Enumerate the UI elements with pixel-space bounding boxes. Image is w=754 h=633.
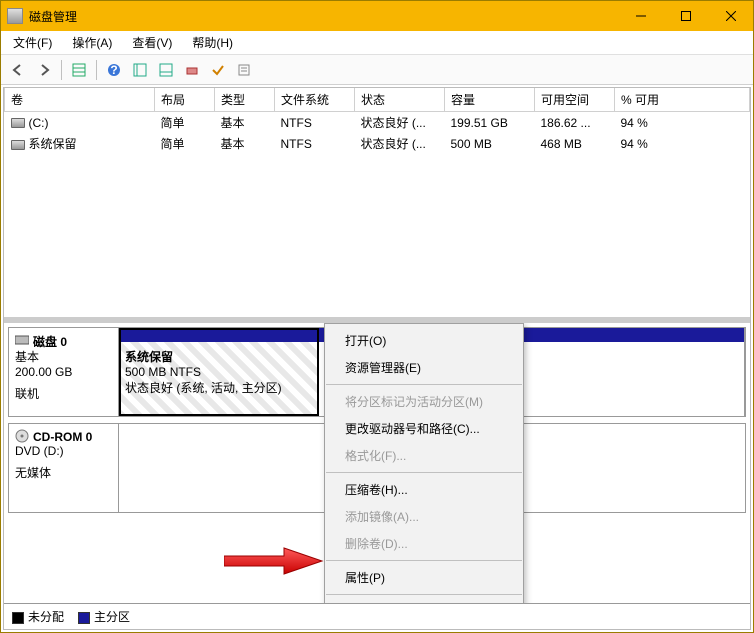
help-icon[interactable]: ? [103,59,125,81]
window: 磁盘管理 文件(F) 操作(A) 查看(V) 帮助(H) ? 卷 布局 类型 [0,0,754,633]
menu-action[interactable]: 操作(A) [66,32,118,53]
th-layout[interactable]: 布局 [155,88,215,112]
svg-text:?: ? [110,63,117,77]
forward-button[interactable] [33,59,55,81]
menubar: 文件(F) 操作(A) 查看(V) 帮助(H) [1,31,753,55]
app-icon [7,8,23,24]
legend: 未分配 主分区 [4,603,750,629]
ctx-mark-active: 将分区标记为活动分区(M) [325,388,523,415]
ctx-properties[interactable]: 属性(P) [325,564,523,591]
th-volume[interactable]: 卷 [5,88,155,112]
context-menu: 打开(O) 资源管理器(E) 将分区标记为活动分区(M) 更改驱动器号和路径(C… [324,323,524,603]
legend-primary: 主分区 [78,608,130,625]
th-type[interactable]: 类型 [215,88,275,112]
close-button[interactable] [708,1,753,31]
ctx-delete: 删除卷(D)... [325,530,523,557]
disk-header[interactable]: CD-ROM 0DVD (D:)无媒体 [9,424,119,512]
th-status[interactable]: 状态 [355,88,445,112]
view-list-button[interactable] [68,59,90,81]
partition[interactable]: 系统保留500 MB NTFS状态良好 (系统, 活动, 主分区) [119,328,319,416]
arrow-annotation-icon [224,546,324,576]
ctx-add-mirror: 添加镜像(A)... [325,503,523,530]
menu-view[interactable]: 查看(V) [126,32,178,53]
titlebar[interactable]: 磁盘管理 [1,1,753,31]
th-pct[interactable]: % 可用 [615,88,750,112]
back-button[interactable] [7,59,29,81]
disk-header[interactable]: 磁盘 0基本200.00 GB联机 [9,328,119,416]
th-fs[interactable]: 文件系统 [275,88,355,112]
ctx-open[interactable]: 打开(O) [325,327,523,354]
volume-icon [11,140,25,150]
minimize-button[interactable] [618,1,663,31]
window-title: 磁盘管理 [29,8,77,25]
list-props-icon[interactable] [233,59,255,81]
toolbar: ? [1,55,753,85]
volume-table-area[interactable]: 卷 布局 类型 文件系统 状态 容量 可用空间 % 可用 (C:)简单基本NTF… [4,88,750,323]
disk-icon [15,429,29,446]
table-row[interactable]: (C:)简单基本NTFS状态良好 (...199.51 GB186.62 ...… [5,112,750,134]
ctx-explorer[interactable]: 资源管理器(E) [325,354,523,381]
action-icon[interactable] [181,59,203,81]
settings-icon[interactable] [129,59,151,81]
content: 卷 布局 类型 文件系统 状态 容量 可用空间 % 可用 (C:)简单基本NTF… [3,87,751,630]
th-capacity[interactable]: 容量 [445,88,535,112]
ctx-shrink[interactable]: 压缩卷(H)... [325,476,523,503]
maximize-button[interactable] [663,1,708,31]
ctx-change-letter[interactable]: 更改驱动器号和路径(C)... [325,415,523,442]
table-row[interactable]: 系统保留简单基本NTFS状态良好 (...500 MB468 MB94 % [5,133,750,154]
th-free[interactable]: 可用空间 [535,88,615,112]
check-icon[interactable] [207,59,229,81]
ctx-help[interactable]: 帮助(H) [325,598,523,603]
menu-file[interactable]: 文件(F) [7,32,58,53]
ctx-format: 格式化(F)... [325,442,523,469]
bottom-pane-icon[interactable] [155,59,177,81]
volume-table: 卷 布局 类型 文件系统 状态 容量 可用空间 % 可用 (C:)简单基本NTF… [4,88,750,154]
disk-graphic-area[interactable]: 磁盘 0基本200.00 GB联机系统保留500 MB NTFS状态良好 (系统… [4,323,750,603]
disk-icon [15,334,29,349]
menu-help[interactable]: 帮助(H) [186,32,239,53]
volume-icon [11,118,25,128]
legend-unallocated: 未分配 [12,608,64,625]
